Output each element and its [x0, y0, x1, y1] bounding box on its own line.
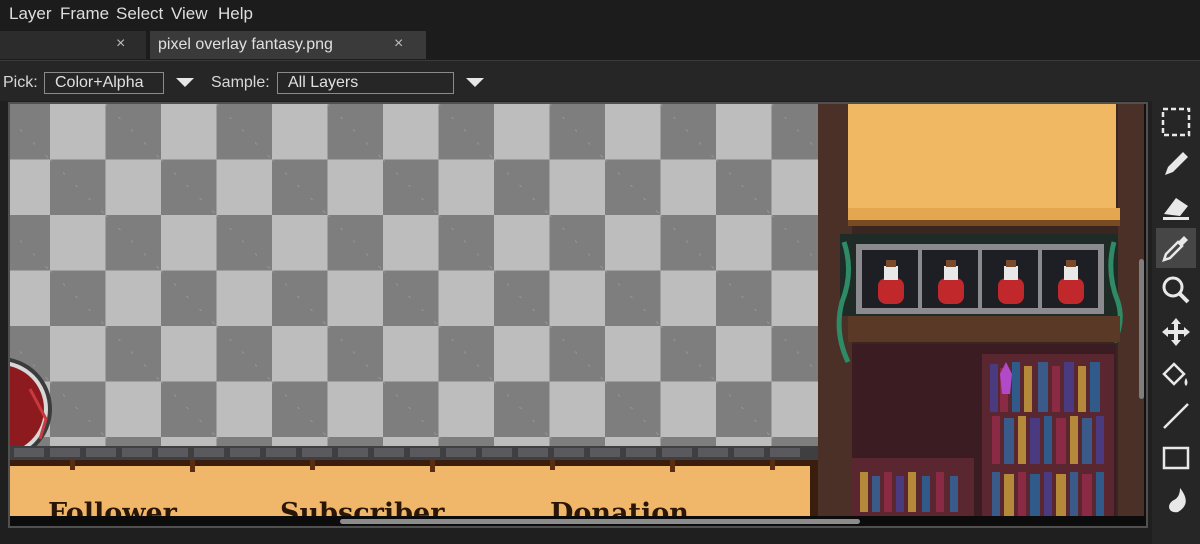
menu-help[interactable]: Help	[218, 4, 253, 24]
horizontal-scrollbar[interactable]	[10, 516, 1146, 526]
close-icon[interactable]: ×	[116, 35, 125, 53]
menu-frame[interactable]: Frame	[60, 4, 109, 24]
close-icon[interactable]: ×	[394, 35, 403, 53]
sample-label: Sample:	[211, 74, 270, 91]
eyedropper-icon	[1162, 236, 1188, 262]
ink-drop-icon	[1169, 488, 1186, 513]
tab-bar: × pixel overlay fantasy.png ×	[0, 30, 1200, 60]
rectangle-select-tool[interactable]	[1156, 102, 1196, 142]
line-icon	[1163, 403, 1189, 429]
line-tool[interactable]	[1156, 396, 1196, 436]
canvas-viewport[interactable]: Follower Subscriber Donation	[8, 102, 1148, 528]
zoom-icon	[1162, 276, 1190, 304]
menu-select[interactable]: Select	[116, 4, 163, 24]
eraser-icon	[1163, 198, 1189, 220]
sample-value: All Layers	[288, 74, 359, 91]
move-tool[interactable]	[1156, 312, 1196, 352]
paint-bucket-icon	[1162, 362, 1188, 386]
canvas[interactable]: Follower Subscriber Donation	[10, 104, 1146, 526]
chevron-down-icon[interactable]	[176, 78, 194, 87]
sample-select[interactable]: All Layers	[277, 72, 454, 94]
vertical-scrollbar-thumb[interactable]	[1139, 259, 1144, 399]
tab-pixel-overlay[interactable]: pixel overlay fantasy.png ×	[150, 31, 426, 59]
ink-tool[interactable]	[1156, 480, 1196, 520]
rectangle-select-icon	[1161, 107, 1191, 137]
menu-view[interactable]: View	[171, 4, 208, 24]
pick-select[interactable]: Color+Alpha	[44, 72, 164, 94]
tab-label: pixel overlay fantasy.png	[158, 36, 333, 53]
chevron-down-icon[interactable]	[466, 78, 484, 87]
rectangle-tool[interactable]	[1156, 438, 1196, 478]
menu-bar: Layer Frame Select View Help	[0, 0, 1200, 30]
paint-bucket-tool[interactable]	[1156, 354, 1196, 394]
eraser-tool[interactable]	[1156, 186, 1196, 226]
rectangle-icon	[1162, 446, 1190, 470]
horizontal-scrollbar-thumb[interactable]	[340, 519, 860, 524]
pick-label: Pick:	[3, 74, 38, 91]
pixel-art-image: Follower Subscriber Donation	[10, 104, 1144, 526]
tab-untitled[interactable]: ×	[0, 31, 146, 59]
zoom-tool[interactable]	[1156, 270, 1196, 310]
pencil-tool[interactable]	[1156, 144, 1196, 184]
pick-value: Color+Alpha	[55, 74, 144, 91]
tool-options-bar: Pick: Color+Alpha Sample: All Layers	[0, 60, 1200, 101]
pencil-icon	[1165, 152, 1188, 175]
eyedropper-tool[interactable]	[1156, 228, 1196, 268]
tool-palette	[1152, 100, 1200, 544]
move-icon	[1162, 318, 1190, 346]
menu-layer[interactable]: Layer	[9, 4, 52, 24]
